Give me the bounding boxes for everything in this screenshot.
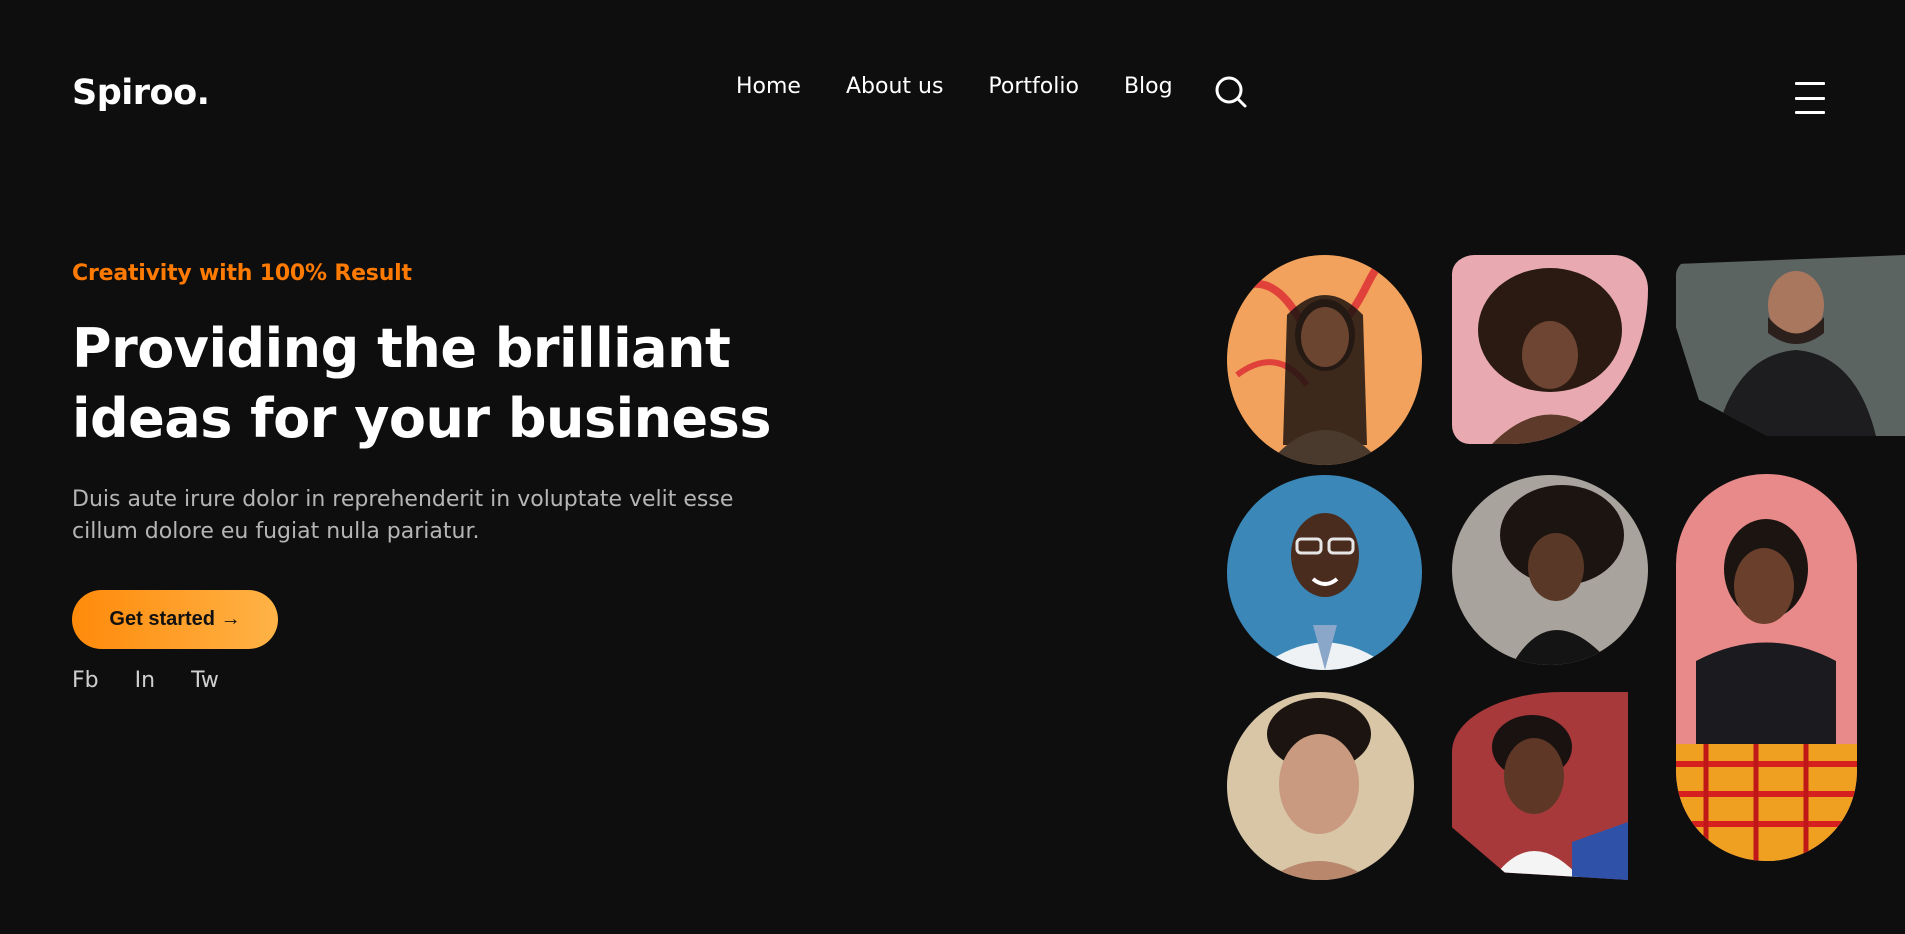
menu-bar xyxy=(1795,96,1825,100)
menu-bar xyxy=(1795,111,1825,114)
nav-item-home[interactable]: Home xyxy=(736,76,801,98)
nav-item-blog[interactable]: Blog xyxy=(1124,76,1173,98)
social-link-linkedin[interactable]: In xyxy=(135,668,155,693)
portrait-photo xyxy=(1676,474,1857,861)
hero-description: Duis aute irure dolor in reprehenderit i… xyxy=(72,484,734,548)
portrait-photo xyxy=(1227,255,1422,465)
social-link-facebook[interactable]: Fb xyxy=(72,668,99,693)
portrait-photo xyxy=(1227,475,1422,670)
search-icon[interactable] xyxy=(1214,75,1248,109)
brand-logo[interactable]: Spiroo. xyxy=(72,76,210,111)
portrait-photo xyxy=(1452,255,1648,444)
landing-page: Spiroo. Home About us Portfolio Blog Cre… xyxy=(0,0,1905,934)
social-links: Fb In Tw xyxy=(72,668,255,693)
hero-headline: Providing the brilliant ideas for your b… xyxy=(72,314,772,454)
hero-headline-line: Providing the brilliant xyxy=(72,317,731,380)
get-started-button[interactable]: Get started → xyxy=(72,590,278,649)
portrait-photo xyxy=(1452,692,1628,880)
portrait-photo xyxy=(1227,692,1414,880)
hero-description-line: cillum dolore eu fugiat nulla pariatur. xyxy=(72,519,480,544)
menu-bar xyxy=(1795,82,1825,85)
main-nav: Home About us Portfolio Blog xyxy=(736,76,1218,98)
hero-description-line: Duis aute irure dolor in reprehenderit i… xyxy=(72,487,734,512)
portrait-photo xyxy=(1676,255,1905,436)
hamburger-menu-icon[interactable] xyxy=(1795,80,1825,116)
nav-item-about-us[interactable]: About us xyxy=(846,76,943,98)
portrait-photo xyxy=(1452,475,1648,665)
nav-item-portfolio[interactable]: Portfolio xyxy=(988,76,1079,98)
hero-eyebrow: Creativity with 100% Result xyxy=(72,261,412,286)
social-link-twitter[interactable]: Tw xyxy=(191,668,219,693)
hero-headline-line: ideas for your business xyxy=(72,387,771,450)
